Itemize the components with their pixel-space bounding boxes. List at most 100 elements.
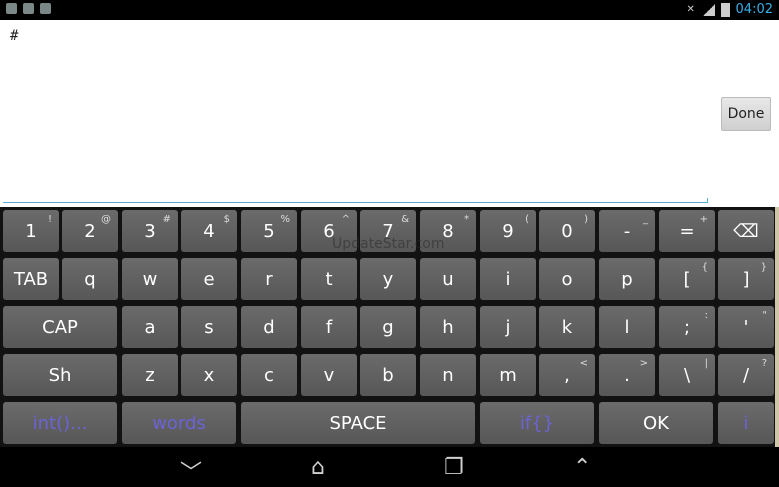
key-char[interactable]: o	[539, 258, 595, 300]
keyboard-hide-icon[interactable]: ⌃	[573, 455, 591, 480]
key-char[interactable]: h	[420, 306, 476, 348]
text-editor[interactable]: # Done	[0, 20, 779, 207]
key-label: j	[505, 316, 511, 338]
key-int[interactable]: int()...	[3, 402, 117, 444]
key-label: v	[323, 364, 335, 386]
home-icon[interactable]: ⌂	[311, 455, 325, 480]
key-words[interactable]: words	[122, 402, 236, 444]
android-icon	[40, 3, 51, 14]
key-label: SPACE	[329, 412, 387, 434]
key-char[interactable]: v	[301, 354, 357, 396]
key-char[interactable]: q	[62, 258, 118, 300]
key-secondary-label: |	[704, 358, 708, 369]
key-char[interactable]: 2 @	[62, 210, 118, 252]
key-char[interactable]: i	[718, 402, 774, 444]
key-space[interactable]: SPACE	[241, 402, 475, 444]
key-char[interactable]: a	[122, 306, 178, 348]
key-label: 3	[144, 220, 156, 242]
key-char[interactable]: w	[122, 258, 178, 300]
key-char[interactable]: s	[181, 306, 237, 348]
key-label: i	[743, 412, 749, 434]
key-label: w	[142, 268, 158, 290]
key-char[interactable]: g	[360, 306, 416, 348]
key-label: 5	[263, 220, 275, 242]
key-char[interactable]: y	[360, 258, 416, 300]
key-char[interactable]: 4 $	[181, 210, 237, 252]
key-label: =	[679, 220, 695, 242]
key-char[interactable]: /?	[718, 354, 774, 396]
editor-content[interactable]: #	[10, 28, 18, 44]
key-char[interactable]: c	[241, 354, 297, 396]
done-button[interactable]: Done	[721, 97, 771, 131]
key-char[interactable]: 5%	[241, 210, 297, 252]
key-label: CAP	[42, 316, 78, 338]
mute-icon: ✕	[686, 3, 695, 15]
key-label: '	[743, 316, 749, 338]
key-char[interactable]: x	[181, 354, 237, 396]
key-cap[interactable]: CAP	[3, 306, 117, 348]
key-char[interactable]: t	[301, 258, 357, 300]
key-secondary-label: ?	[761, 358, 767, 369]
key-label: TAB	[13, 268, 49, 290]
key-char[interactable]: . >	[599, 354, 655, 396]
key-tab[interactable]: TAB	[3, 258, 59, 300]
key-char[interactable]: f	[301, 306, 357, 348]
key-char[interactable]: , <	[539, 354, 595, 396]
key-char[interactable]: ;:	[659, 306, 715, 348]
key-ok[interactable]: OK	[599, 402, 713, 444]
key-char[interactable]: 9(	[480, 210, 536, 252]
key-label: y	[382, 268, 394, 290]
key-char[interactable]: b	[360, 354, 416, 396]
key-secondary-label: %	[280, 214, 290, 225]
key-secondary-label: _	[643, 214, 648, 225]
key-char[interactable]: r	[241, 258, 297, 300]
key-char[interactable]: m	[480, 354, 536, 396]
key-label: k	[561, 316, 573, 338]
key-secondary-label: !	[47, 214, 52, 225]
backspace-icon: ⌫	[733, 220, 759, 242]
key-label: /	[742, 364, 750, 386]
key-char[interactable]: - _	[599, 210, 655, 252]
key-char[interactable]: 3 #	[122, 210, 178, 252]
key-label: 2	[84, 220, 96, 242]
key-label: Sh	[48, 364, 72, 386]
key-char[interactable]: ]}	[718, 258, 774, 300]
key-secondary-label: >	[639, 358, 648, 369]
keyboard-edge	[775, 207, 779, 447]
key-char[interactable]: n	[420, 354, 476, 396]
key-char[interactable]: d	[241, 306, 297, 348]
key-char[interactable]: e	[181, 258, 237, 300]
key-label: n	[442, 364, 454, 386]
key-char[interactable]: k	[539, 306, 595, 348]
key-char[interactable]: i	[480, 258, 536, 300]
key-label: s	[204, 316, 214, 338]
key-label: u	[442, 268, 454, 290]
key-backspace[interactable]: ⌫	[718, 210, 774, 252]
notification-icons	[6, 3, 51, 14]
key-char[interactable]: \ |	[659, 354, 715, 396]
key-char[interactable]: ' "	[718, 306, 774, 348]
key-secondary-label: *	[464, 214, 469, 225]
key-label: [	[683, 268, 691, 290]
key-label: i	[505, 268, 511, 290]
back-icon[interactable]: ﹀	[180, 455, 202, 487]
key-label: z	[145, 364, 155, 386]
key-char[interactable]: 0)	[539, 210, 595, 252]
key-label: \	[683, 364, 691, 386]
key-if[interactable]: if{}	[480, 402, 594, 444]
key-label: 9	[502, 220, 514, 242]
key-label: e	[203, 268, 215, 290]
recents-icon[interactable]: ❐	[444, 455, 464, 480]
key-char[interactable]: p	[599, 258, 655, 300]
key-secondary-label: @	[101, 214, 111, 225]
key-char[interactable]: u	[420, 258, 476, 300]
key-char[interactable]: z	[122, 354, 178, 396]
key-char[interactable]: = +	[659, 210, 715, 252]
key-char[interactable]: l	[599, 306, 655, 348]
key-sh[interactable]: Sh	[3, 354, 117, 396]
key-secondary-label: <	[579, 358, 588, 369]
key-label: l	[624, 316, 630, 338]
key-char[interactable]: j	[480, 306, 536, 348]
key-char[interactable]: 1!	[3, 210, 59, 252]
key-char[interactable]: [{	[659, 258, 715, 300]
